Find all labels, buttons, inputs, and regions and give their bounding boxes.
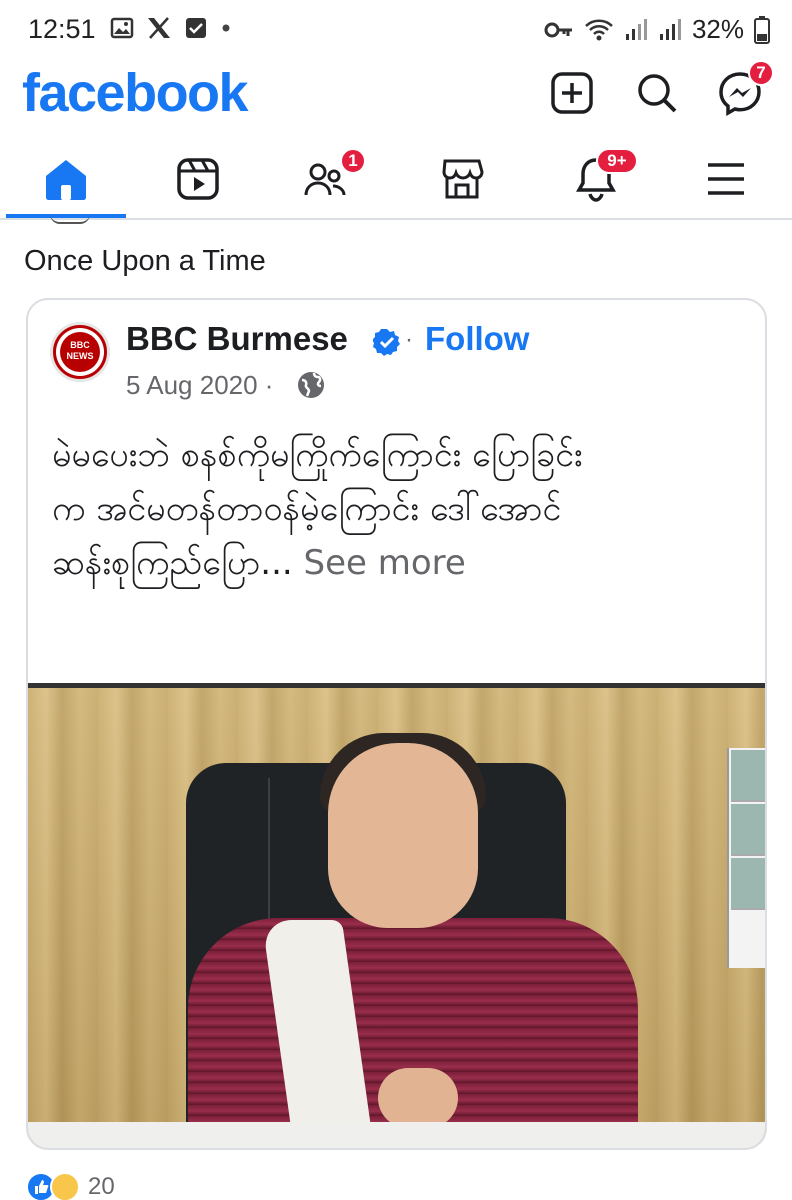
tab-home[interactable] <box>6 140 126 218</box>
desk <box>28 1122 765 1148</box>
tab-video[interactable] <box>138 140 258 218</box>
post-date[interactable]: 5 Aug 2020 · <box>126 370 273 401</box>
create-button[interactable] <box>549 70 595 116</box>
plus-square-icon <box>551 72 593 114</box>
checkbox-icon <box>186 18 206 38</box>
side-screen <box>727 748 765 968</box>
marketplace-icon <box>442 159 484 199</box>
x-icon <box>148 17 170 39</box>
tab-marketplace[interactable] <box>402 140 522 218</box>
post-text-line: ဆန်းစုကြည်ပြော... See more <box>52 536 752 590</box>
reaction-count: 20 <box>88 1173 115 1200</box>
battery-icon <box>754 15 770 44</box>
gallery-icon <box>110 17 134 39</box>
video-icon <box>177 158 219 200</box>
tab-notifications[interactable] <box>536 140 656 218</box>
post-photo[interactable] <box>28 683 765 1148</box>
person-head <box>328 743 478 928</box>
page-name[interactable]: BBC Burmese <box>126 320 348 358</box>
globe-icon <box>298 372 324 398</box>
verified-badge-icon <box>373 329 400 356</box>
reaction-summary[interactable]: 20 <box>26 1172 115 1200</box>
post-text-line: က အင်မတန်တာဝန်မဲ့ကြောင်း ဒေါ်အောင် <box>52 489 562 529</box>
tab-bar: 1 9+ <box>0 140 792 220</box>
avatar[interactable]: BBC NEWS <box>50 322 110 382</box>
tab-menu[interactable] <box>666 140 786 218</box>
avatar-logo-text: BBC NEWS <box>60 332 100 372</box>
dot-icon <box>222 24 230 32</box>
friends-badge: 1 <box>340 148 366 174</box>
haha-icon <box>50 1172 80 1200</box>
battery-percent: 32% <box>691 14 744 44</box>
see-more-link[interactable]: See more <box>304 543 466 583</box>
separator-dot: · <box>405 326 413 353</box>
group-title[interactable]: Once Upon a Time <box>24 245 266 278</box>
previous-content-edge <box>50 214 90 224</box>
search-button[interactable] <box>634 70 680 116</box>
home-icon <box>46 160 86 200</box>
notifications-badge: 9+ <box>596 148 638 174</box>
messenger-badge: 7 <box>748 60 774 86</box>
facebook-logo[interactable]: facebook <box>22 62 249 124</box>
shared-post-card[interactable]: BBC NEWS BBC Burmese · Follow 5 Aug 2020… <box>26 298 767 1150</box>
signal-icon <box>659 18 681 40</box>
post-text: မဲမပေးဘဲ စနစ်ကိုမကြိုက်ကြောင်း ပြောခြင်း… <box>52 428 752 590</box>
post-text-truncated: ဆန်းစုကြည်ပြော... <box>52 543 293 583</box>
key-icon <box>544 22 572 37</box>
wifi-icon <box>585 19 613 40</box>
menu-icon <box>708 163 744 195</box>
person-hands <box>378 1068 458 1128</box>
status-time: 12:51 <box>28 14 96 44</box>
signal-icon <box>625 18 647 40</box>
tab-friends[interactable] <box>266 140 386 218</box>
follow-button[interactable]: Follow <box>425 320 529 358</box>
post-text-line: မဲမပေးဘဲ စနစ်ကိုမကြိုက်ကြောင်း ပြောခြင်း <box>52 435 583 475</box>
search-icon <box>638 74 677 113</box>
status-bar: 12:51 32% <box>0 0 792 62</box>
